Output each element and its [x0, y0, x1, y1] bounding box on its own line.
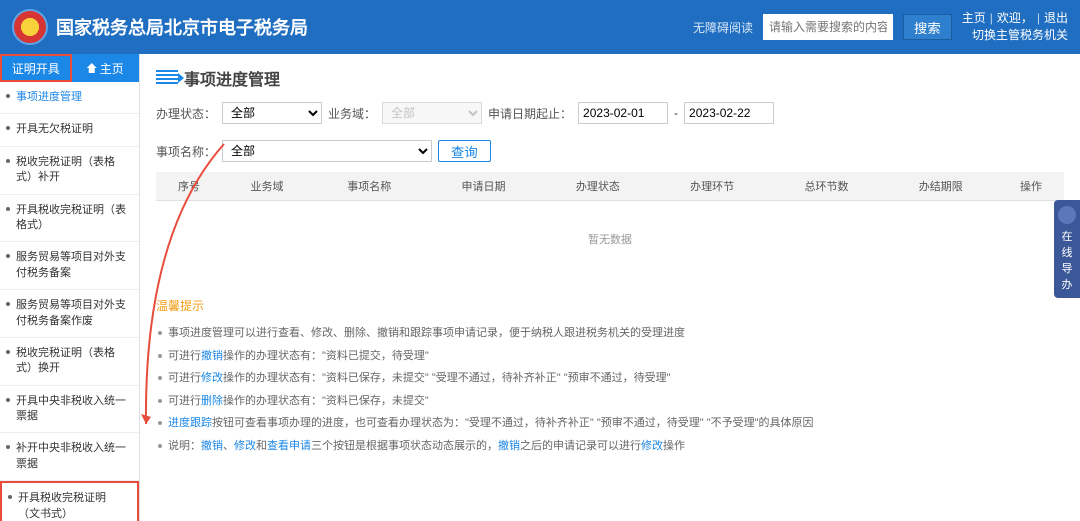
tip-2: 可进行撤销操作的办理状态有："资料已提交，待受理" — [156, 345, 1064, 368]
assistant-icon — [1058, 206, 1076, 224]
progress-table: 序号 业务域 事项名称 申请日期 办理状态 办理环节 总环节数 办结期限 操作 … — [156, 172, 1064, 277]
date-separator: - — [674, 106, 678, 120]
sidebar-item-tax-paid-exchange[interactable]: 税收完税证明（表格式）换开 — [0, 338, 139, 386]
home-icon — [87, 63, 97, 73]
domain-select: 全部 — [382, 102, 482, 124]
tip-1: 事项进度管理可以进行查看、修改、删除、撤销和跟踪事项申请记录，便于纳税人跟进税务… — [156, 322, 1064, 345]
search-input[interactable] — [763, 14, 893, 40]
item-label: 事项名称： — [156, 143, 216, 160]
sidebar: 证明开具 主页 事项进度管理 开具无欠税证明 税收完税证明（表格式）补开 开具税… — [0, 54, 140, 521]
sidebar-item-no-arrears-cert[interactable]: 开具无欠税证明 — [0, 114, 139, 146]
col-no: 序号 — [156, 172, 222, 201]
tips-list: 事项进度管理可以进行查看、修改、删除、撤销和跟踪事项申请记录，便于纳税人跟进税务… — [156, 322, 1064, 457]
sidebar-item-tax-paid-cert-doc[interactable]: 开具税收完税证明（文书式） — [0, 481, 139, 521]
tip-5: 进度跟踪按钮可查看事项办理的进度，也可查看办理状态为："受理不通过，待补齐补正"… — [156, 412, 1064, 435]
sidebar-item-central-nontax-reissue[interactable]: 补开中央非税收入统一票据 — [0, 433, 139, 481]
home-link[interactable]: 主页 — [962, 11, 986, 25]
col-domain: 业务域 — [222, 172, 312, 201]
logout-link[interactable]: 退出 — [1044, 11, 1068, 25]
welcome-text: 欢迎， — [997, 11, 1033, 25]
col-status: 办理状态 — [541, 172, 655, 201]
date-from-input[interactable] — [578, 102, 668, 124]
switch-org-link[interactable]: 切换主管税务机关 — [962, 27, 1068, 44]
col-deadline: 办结期限 — [884, 172, 998, 201]
col-item: 事项名称 — [312, 172, 426, 201]
sidebar-item-central-nontax-issue[interactable]: 开具中央非税收入统一票据 — [0, 386, 139, 434]
title-icon — [156, 70, 178, 86]
item-select[interactable]: 全部 — [222, 140, 432, 162]
col-action: 操作 — [998, 172, 1064, 201]
barrier-free-link[interactable]: 无障碍阅读 — [693, 19, 753, 36]
col-total-steps: 总环节数 — [769, 172, 883, 201]
sidebar-category-tab[interactable]: 证明开具 — [0, 54, 72, 82]
sidebar-home-tab[interactable]: 主页 — [72, 54, 140, 82]
date-label: 申请日期起止： — [488, 105, 572, 122]
domain-label: 业务域： — [328, 105, 376, 122]
status-label: 办理状态： — [156, 105, 216, 122]
sidebar-item-tax-paid-reissue[interactable]: 税收完税证明（表格式）补开 — [0, 147, 139, 195]
page-title: 事项进度管理 — [184, 66, 280, 90]
query-button[interactable]: 查询 — [438, 140, 491, 162]
sidebar-item-trade-filing[interactable]: 服务贸易等项目对外支付税务备案 — [0, 242, 139, 290]
sidebar-item-progress-mgmt[interactable]: 事项进度管理 — [0, 82, 139, 114]
tip-6: 说明：撤销、修改和查看申请三个按钮是根据事项状态动态展示的，撤销之后的申请记录可… — [156, 435, 1064, 458]
search-button[interactable]: 搜索 — [903, 14, 952, 40]
col-date: 申请日期 — [426, 172, 540, 201]
sidebar-item-trade-filing-void[interactable]: 服务贸易等项目对外支付税务备案作废 — [0, 290, 139, 338]
col-step: 办理环节 — [655, 172, 769, 201]
empty-text: 暂无数据 — [156, 201, 1064, 278]
status-select[interactable]: 全部 — [222, 102, 322, 124]
online-assist-tab[interactable]: 在线导办 — [1054, 200, 1080, 298]
tip-4: 可进行删除操作的办理状态有："资料已保存，未提交" — [156, 390, 1064, 413]
sidebar-item-tax-paid-cert-table[interactable]: 开具税收完税证明（表格式） — [0, 195, 139, 243]
site-title: 国家税务总局北京市电子税务局 — [56, 14, 693, 40]
tip-3: 可进行修改操作的办理状态有："资料已保存，未提交" "受理不通过，待补齐补正" … — [156, 367, 1064, 390]
national-emblem — [12, 9, 48, 45]
tips-title: 温馨提示 — [156, 297, 1064, 314]
date-to-input[interactable] — [684, 102, 774, 124]
